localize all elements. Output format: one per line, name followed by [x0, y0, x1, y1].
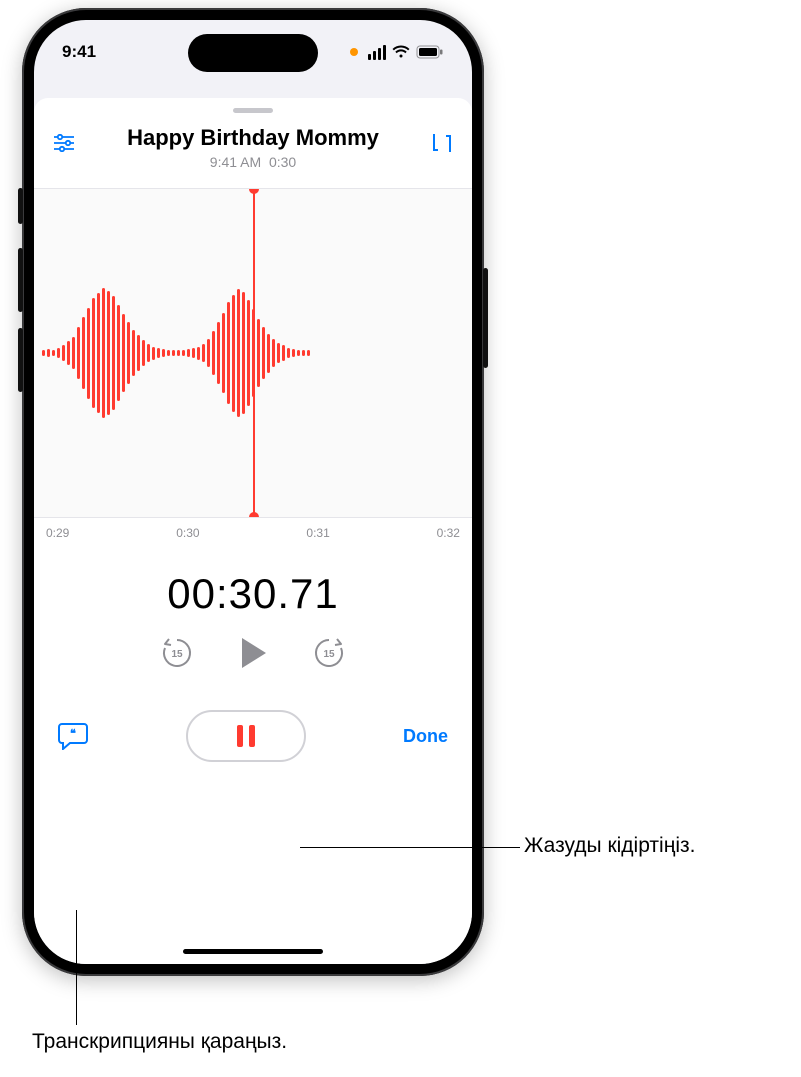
sheet-grabber[interactable] [233, 108, 273, 113]
timecode: 00:30.71 [34, 570, 472, 618]
recording-timestamp: 9:41 AM [210, 154, 261, 170]
volume-up-button [18, 248, 23, 312]
header: Happy Birthday Mommy 9:41 AM 0:30 [34, 125, 472, 170]
callout-transcript: Транскрипцияны қараңыз. [32, 1030, 287, 1054]
svg-text:❝: ❝ [70, 728, 76, 740]
screen: 9:41 Happy Birthday Mommy [34, 20, 472, 964]
battery-icon [416, 45, 444, 59]
power-button [483, 268, 488, 368]
bottom-row: ❝ Done [34, 710, 472, 762]
recording-title[interactable]: Happy Birthday Mommy [50, 125, 456, 151]
recording-duration: 0:30 [269, 154, 296, 170]
cellular-icon [368, 45, 386, 60]
trim-icon[interactable] [428, 129, 456, 157]
playhead[interactable] [253, 189, 255, 517]
status-time: 9:41 [62, 42, 96, 62]
done-button[interactable]: Done [403, 726, 448, 747]
callout-line [300, 847, 520, 848]
status-right [350, 45, 444, 60]
callout-pause: Жазуды кідіртіңіз. [524, 834, 695, 858]
recording-subtitle: 9:41 AM 0:30 [50, 154, 456, 170]
skip-forward-15-icon[interactable]: 15 [312, 636, 346, 670]
time-ruler: 0:29 0:30 0:31 0:32 [34, 518, 472, 540]
callout-line [76, 910, 77, 1025]
side-button [18, 188, 23, 224]
svg-text:15: 15 [171, 649, 183, 660]
recording-indicator-dot [350, 48, 358, 56]
ruler-tick: 0:29 [46, 526, 69, 540]
recording-sheet: Happy Birthday Mommy 9:41 AM 0:30 0:29 0… [34, 98, 472, 964]
phone-frame: 9:41 Happy Birthday Mommy [22, 8, 484, 976]
home-indicator[interactable] [183, 949, 323, 954]
pause-icon [237, 725, 255, 747]
waveform-area[interactable] [34, 188, 472, 518]
skip-back-15-icon[interactable]: 15 [160, 636, 194, 670]
transport-controls: 15 15 [34, 636, 472, 670]
options-icon[interactable] [50, 129, 78, 157]
waveform [34, 288, 310, 418]
ruler-tick: 0:31 [306, 526, 329, 540]
wifi-icon [392, 45, 410, 59]
volume-down-button [18, 328, 23, 392]
play-icon[interactable] [238, 636, 268, 670]
ruler-tick: 0:32 [437, 526, 460, 540]
svg-text:15: 15 [323, 649, 335, 660]
pause-button[interactable] [186, 710, 306, 762]
status-bar: 9:41 [34, 20, 472, 74]
transcript-icon[interactable]: ❝ [58, 722, 88, 750]
ruler-tick: 0:30 [176, 526, 199, 540]
